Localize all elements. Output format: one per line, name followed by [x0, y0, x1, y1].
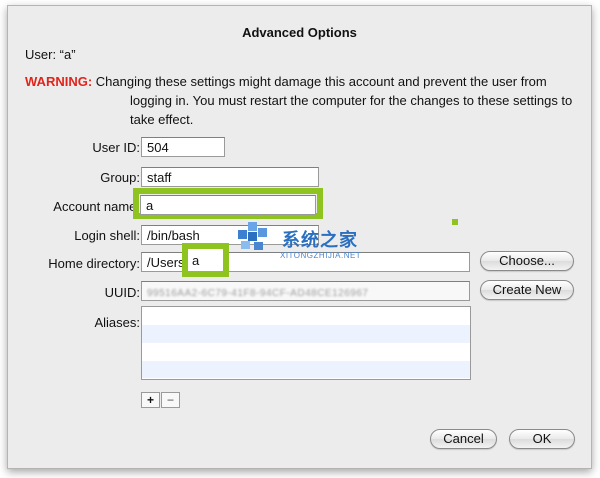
- dialog-title: Advanced Options: [242, 25, 357, 40]
- cancel-button[interactable]: Cancel: [430, 429, 497, 449]
- aliases-label: Aliases:: [94, 315, 140, 330]
- warning-message: WARNING: Changing these settings might d…: [25, 72, 580, 129]
- account-name-label: Account name:: [53, 199, 140, 214]
- group-field[interactable]: staff: [141, 167, 319, 187]
- watermark-dot: [452, 219, 458, 225]
- watermark-text: 系统之家: [282, 230, 358, 250]
- list-item[interactable]: [142, 325, 470, 343]
- aliases-list[interactable]: [141, 306, 471, 380]
- watermark-subtext: XITONGZHIJIA.NET: [280, 251, 362, 260]
- add-alias-button[interactable]: +: [141, 392, 160, 408]
- login-shell-label: Login shell:: [74, 228, 140, 243]
- home-directory-label: Home directory:: [48, 256, 140, 271]
- create-new-button[interactable]: Create New: [480, 280, 574, 300]
- home-directory-user: a: [188, 249, 223, 271]
- warning-text-line-2: logging in. You must restart the compute…: [130, 93, 573, 108]
- home-directory-prefix: /Users: [147, 255, 185, 270]
- user-id-field[interactable]: 504: [141, 137, 225, 157]
- warning-label: WARNING:: [25, 74, 93, 89]
- uuid-label: UUID:: [104, 285, 140, 300]
- uuid-value: 99516AA2-6C79-41F8-94CF-AD48CE126967: [147, 288, 369, 299]
- ok-button[interactable]: OK: [509, 429, 575, 449]
- watermark-logo: 系统之家 XITONGZHIJIA.NET: [232, 216, 392, 266]
- warning-text-line-1: Changing these settings might damage thi…: [95, 74, 547, 89]
- watermark-icon: [238, 222, 267, 250]
- warning-text-line-3: take effect.: [130, 112, 194, 127]
- list-item[interactable]: [142, 307, 470, 325]
- account-name-field[interactable]: a: [140, 195, 316, 215]
- user-id-label: User ID:: [92, 140, 140, 155]
- list-item[interactable]: [142, 343, 470, 361]
- list-item[interactable]: [142, 361, 470, 378]
- user-label: User: “a”: [25, 47, 76, 62]
- group-label: Group:: [100, 170, 140, 185]
- uuid-field[interactable]: 99516AA2-6C79-41F8-94CF-AD48CE126967: [141, 281, 470, 301]
- choose-button[interactable]: Choose...: [480, 251, 574, 271]
- remove-alias-button[interactable]: −: [161, 392, 180, 408]
